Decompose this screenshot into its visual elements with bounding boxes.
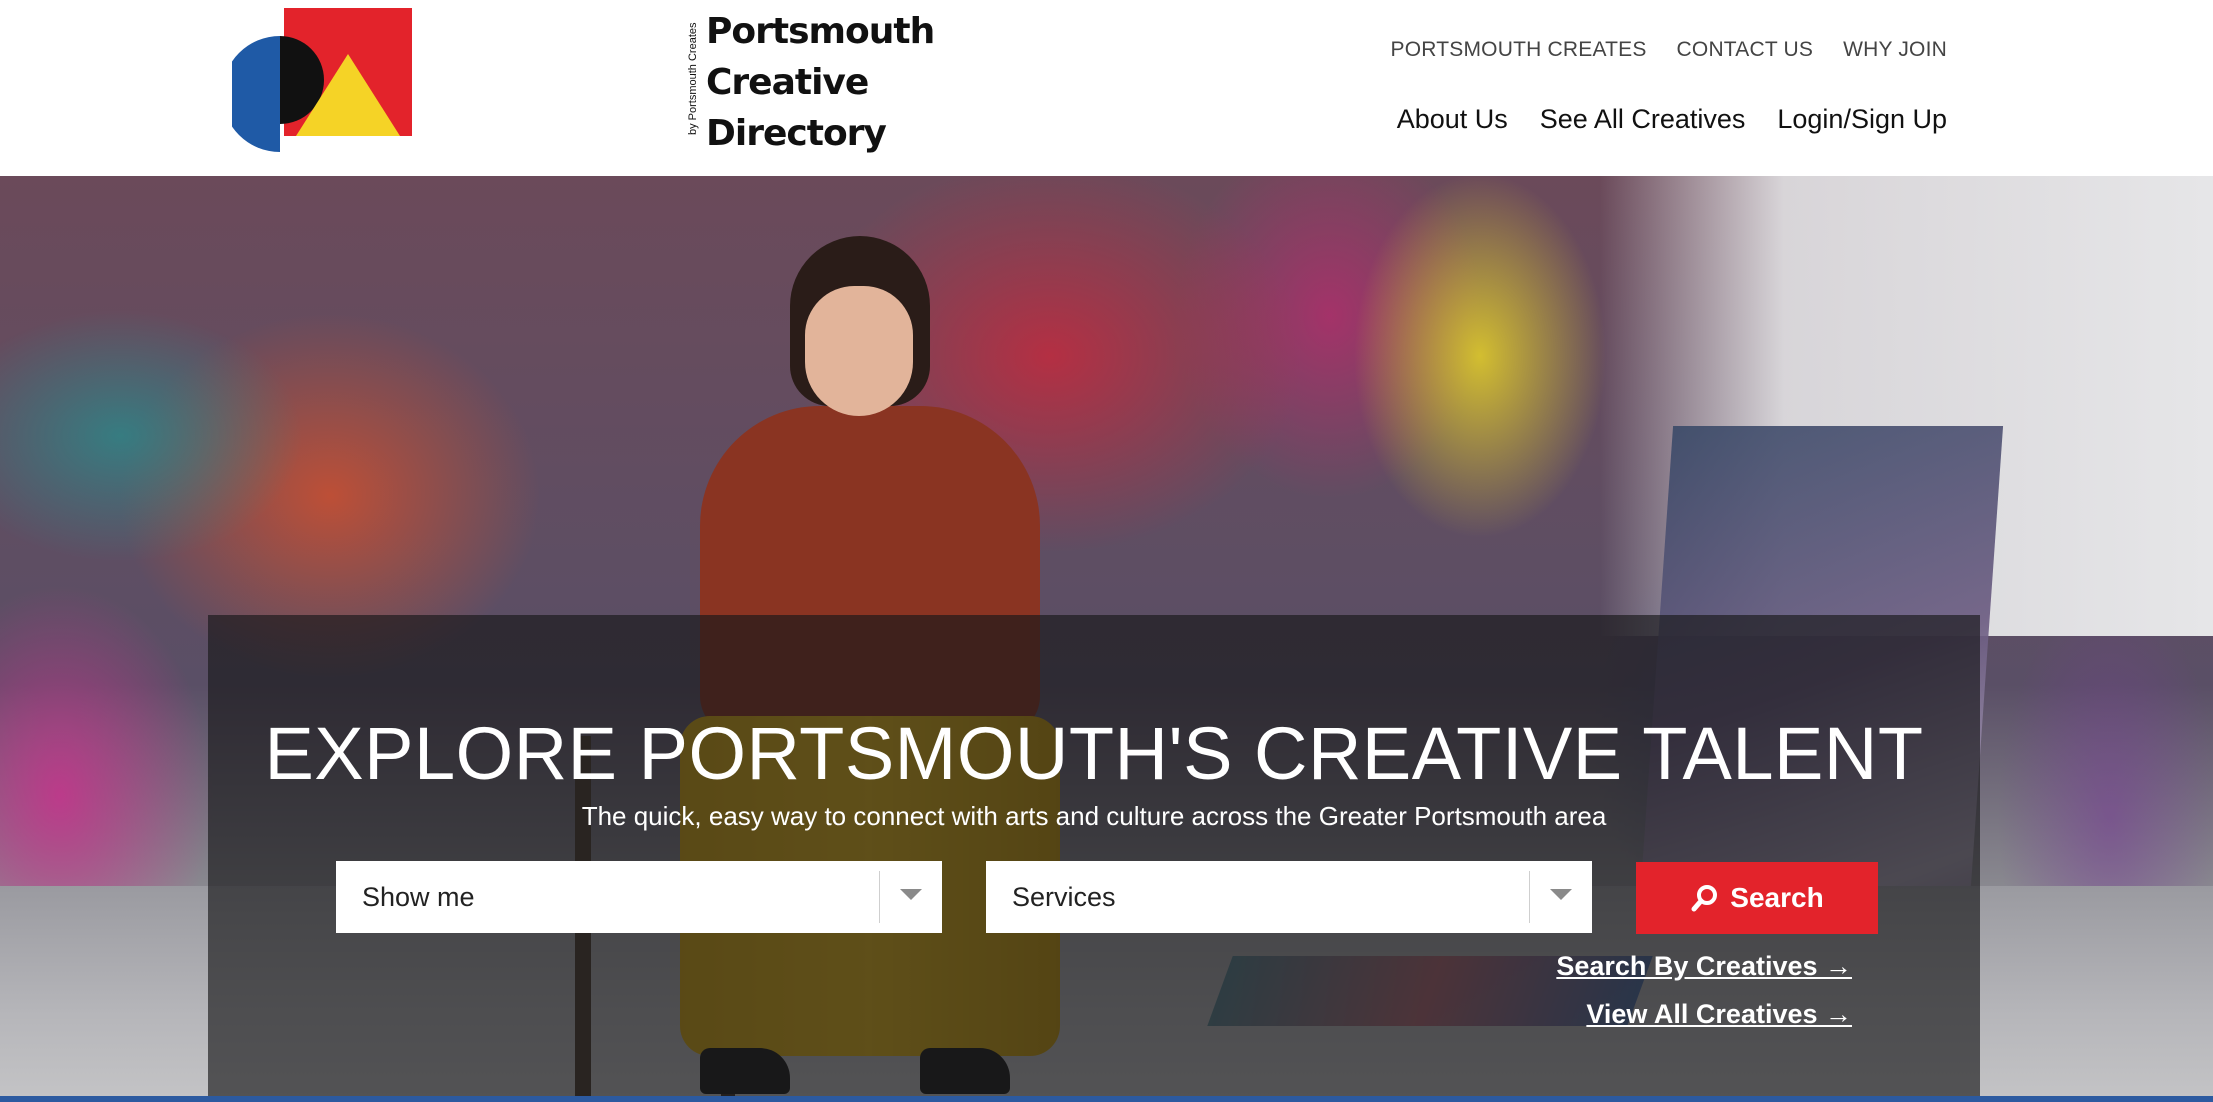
search-icon	[1691, 885, 1718, 912]
logo-word-2: Creative	[706, 62, 869, 103]
nav-contact-us[interactable]: CONTACT US	[1677, 38, 1814, 62]
services-dropdown[interactable]: Services	[986, 861, 1592, 933]
hero-subtitle: The quick, easy way to connect with arts…	[581, 801, 1607, 831]
dropdown-divider	[879, 871, 880, 923]
site-logo[interactable]: by Portsmouth Creates Portsmouth Creativ…	[232, 6, 935, 154]
services-value: Services	[1012, 882, 1116, 912]
search-button-label: Search	[1730, 882, 1824, 913]
utility-nav: PORTSMOUTH CREATES CONTACT US WHY JOIN	[1391, 38, 1947, 62]
show-me-dropdown[interactable]: Show me	[336, 861, 942, 933]
logo-word-3: Directory	[706, 113, 887, 154]
show-me-value: Show me	[362, 882, 475, 912]
chevron-down-icon[interactable]	[1550, 889, 1572, 900]
hero-title: EXPLORE PORTSMOUTH'S CREATIVE TALENT	[264, 712, 1924, 795]
logo-mark	[232, 8, 412, 152]
view-all-creatives-link[interactable]: View All Creatives →	[1586, 999, 1852, 1030]
artist-face	[805, 286, 913, 416]
logo-word-1: Portsmouth	[706, 11, 935, 52]
dropdown-divider	[1529, 871, 1530, 923]
nav-about-us[interactable]: About Us	[1397, 104, 1508, 135]
logo-byline: by Portsmouth Creates	[687, 22, 699, 136]
nav-see-all-creatives[interactable]: See All Creatives	[1540, 104, 1746, 135]
main-nav: About Us See All Creatives Login/Sign Up	[1397, 104, 1947, 135]
hero-search-panel: EXPLORE PORTSMOUTH'S CREATIVE TALENT The…	[208, 615, 1980, 1102]
search-button[interactable]: Search	[1636, 862, 1878, 934]
bottom-accent-bar	[0, 1096, 2213, 1102]
chevron-down-icon[interactable]	[900, 889, 922, 900]
nav-why-join[interactable]: WHY JOIN	[1843, 38, 1947, 62]
hero-section: EXPLORE PORTSMOUTH'S CREATIVE TALENT The…	[0, 176, 2213, 1102]
nav-portsmouth-creates[interactable]: PORTSMOUTH CREATES	[1391, 38, 1647, 62]
search-by-creatives-link[interactable]: Search By Creatives →	[1556, 951, 1852, 982]
nav-login-signup[interactable]: Login/Sign Up	[1777, 104, 1947, 135]
logo-wordmark: Portsmouth Creative Directory	[706, 6, 935, 159]
site-header: by Portsmouth Creates Portsmouth Creativ…	[0, 0, 2213, 176]
